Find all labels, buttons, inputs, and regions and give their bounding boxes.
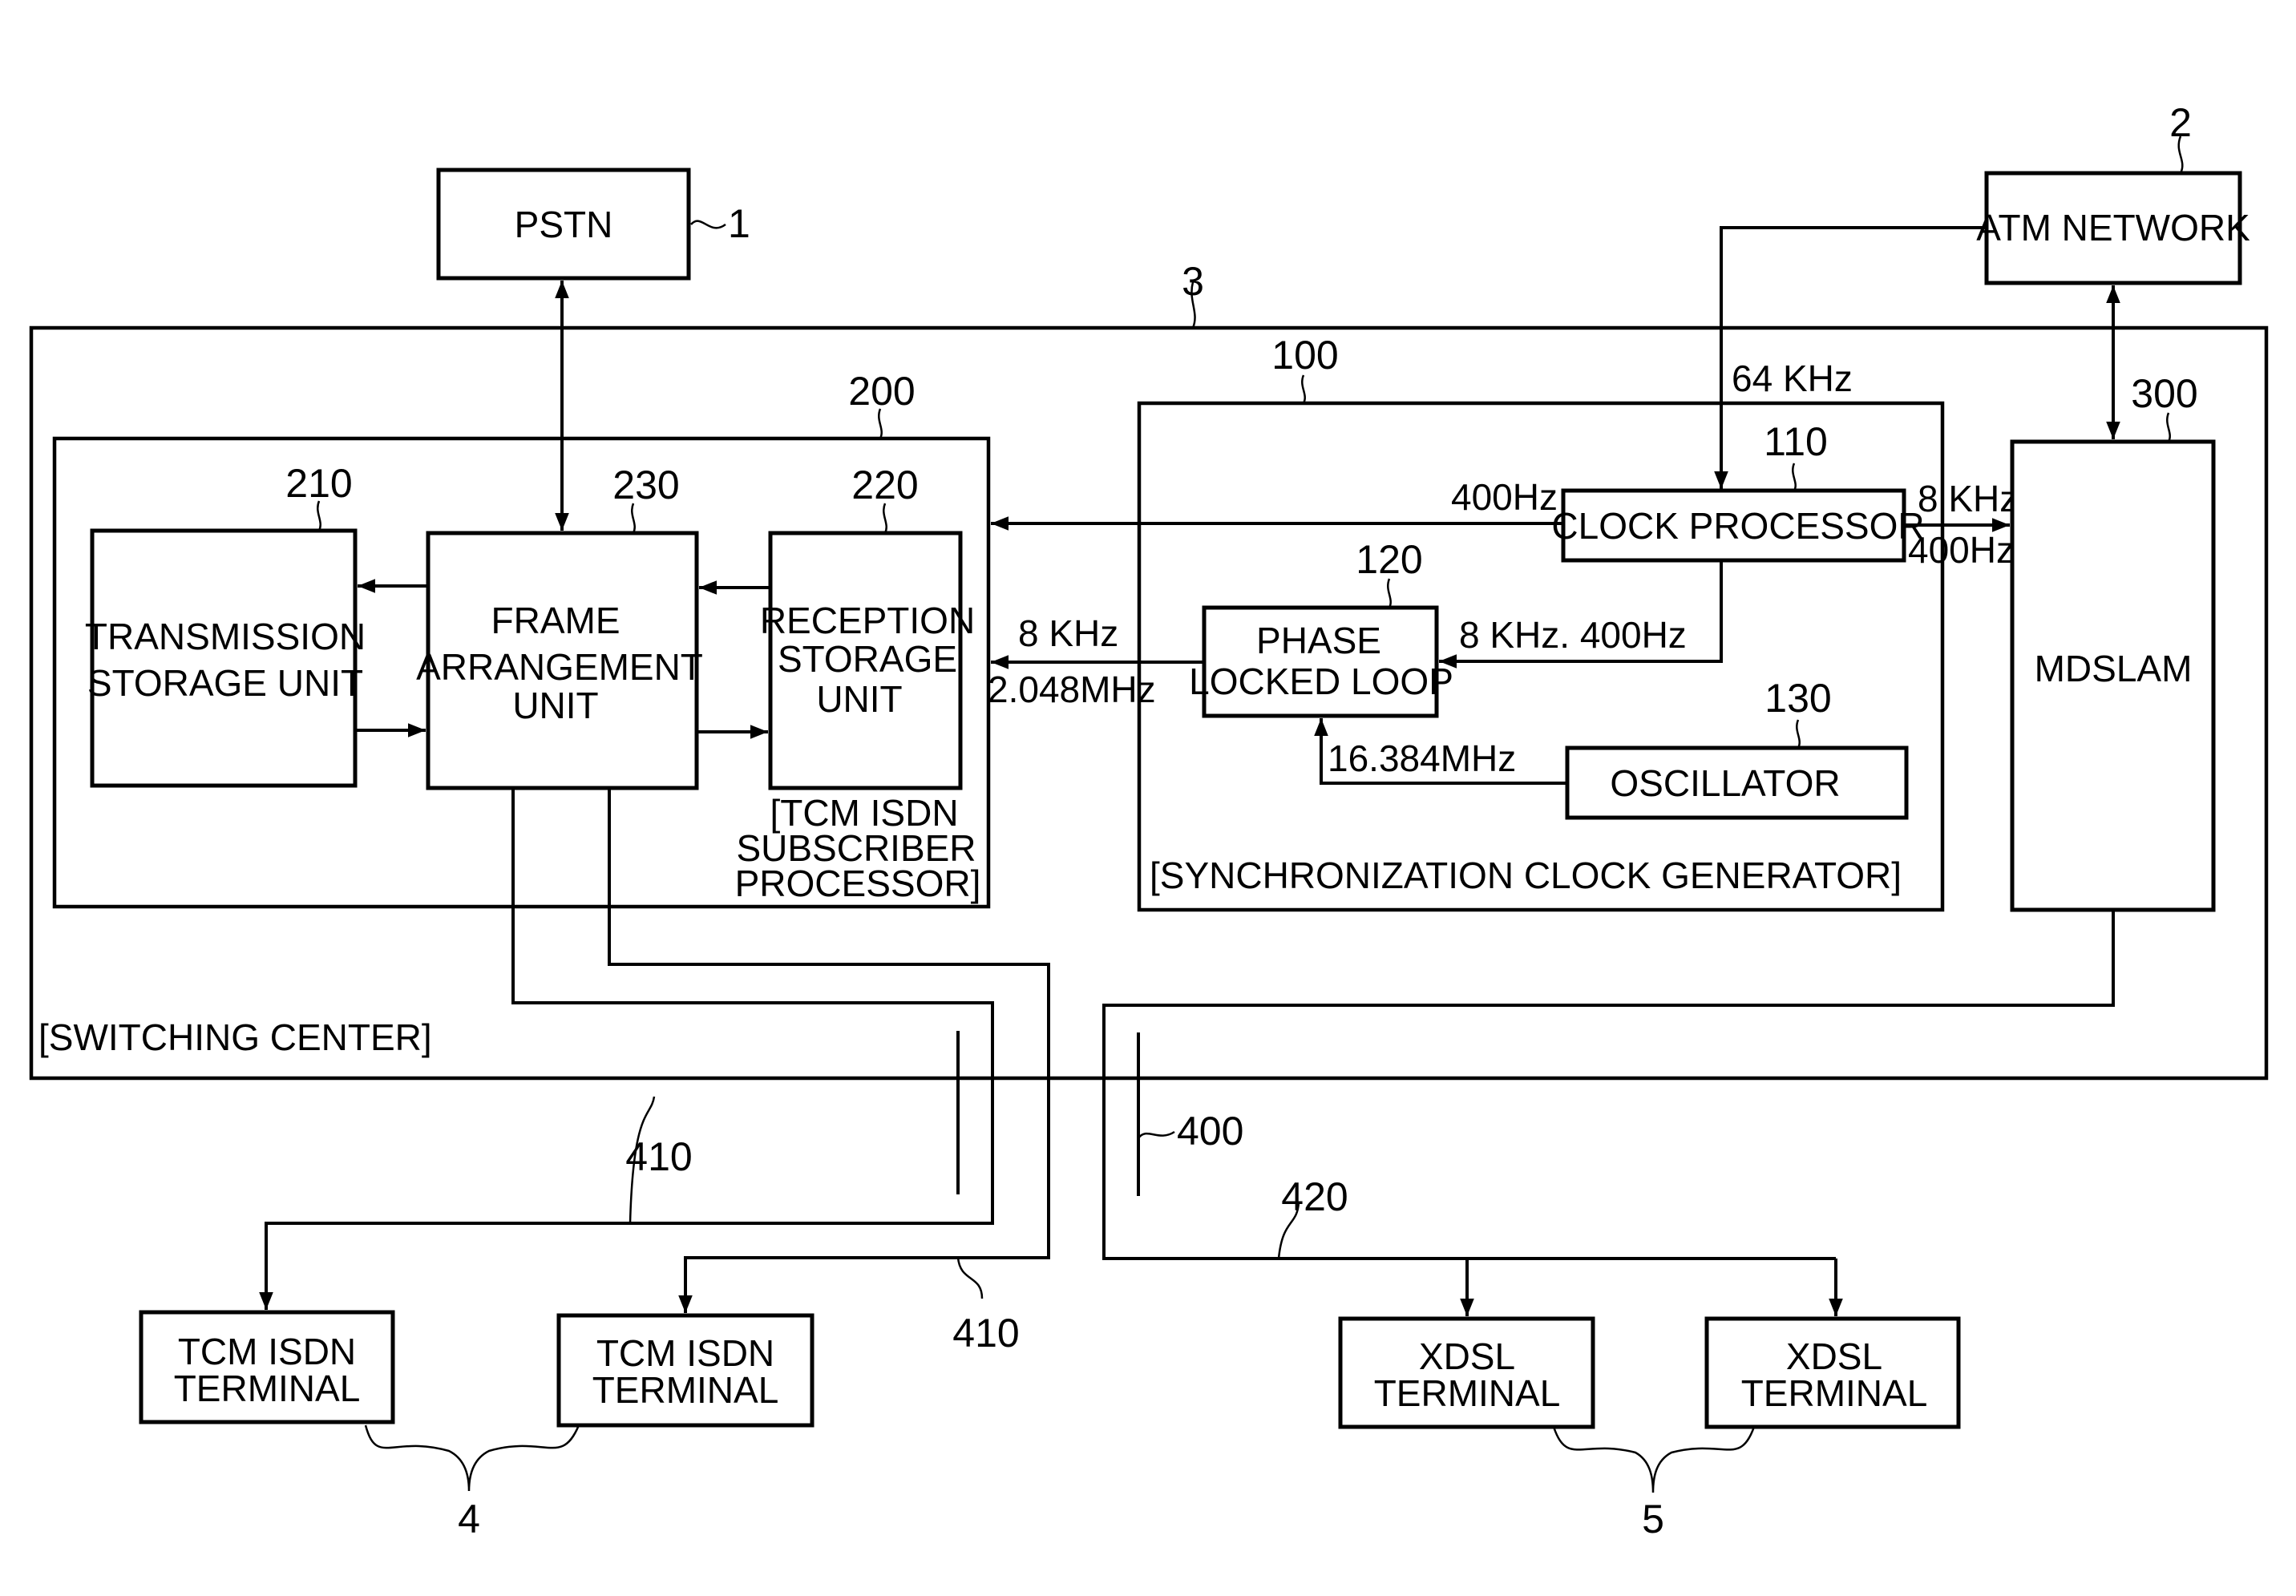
- tcm-terminal-2: TCM ISDN TERMINAL: [556, 1313, 815, 1428]
- tcm-terminal-1-line-1: TCM ISDN: [178, 1331, 356, 1372]
- block-diagram: 3 [SWITCHING CENTER] PSTN 1 ATM NETWORK …: [29, 100, 2269, 1541]
- leader-1: [690, 220, 726, 229]
- frame-line-1: FRAME: [491, 600, 620, 641]
- ref-120: 120: [1356, 537, 1422, 582]
- reception-line-2: STORAGE: [778, 638, 957, 680]
- ref-4: 4: [458, 1497, 480, 1541]
- frame-line-3: UNIT: [512, 685, 598, 726]
- xdsl-terminal-2: XDSL TERMINAL: [1704, 1316, 1961, 1429]
- pstn-label: PSTN: [515, 204, 613, 245]
- atm-block: ATM NETWORK 2: [1976, 100, 2250, 285]
- sync-clock-generator: 100 [SYNCHRONIZATION CLOCK GENERATOR] CL…: [1137, 333, 1945, 912]
- atm-label: ATM NETWORK: [1976, 207, 2250, 248]
- transmission-storage-box: [90, 528, 358, 788]
- xdsl-line: [1102, 910, 2115, 1260]
- leader-130: [1796, 719, 1801, 749]
- leader-410-b: [956, 1257, 984, 1299]
- xdsl-terminal-1-line-2: TERMINAL: [1374, 1372, 1561, 1414]
- pstn-block: PSTN 1: [436, 168, 750, 281]
- ref-420: 420: [1281, 1174, 1348, 1219]
- ref-110: 110: [1764, 419, 1828, 464]
- processor-caption-line-3: PROCESSOR]: [735, 863, 981, 904]
- signal-2048mhz: 2.048MHz: [988, 669, 1156, 710]
- mdslam-label: MDSLAM: [2035, 648, 2193, 689]
- tcm-terminal-1: TCM ISDN TERMINAL: [139, 1310, 395, 1424]
- xdsl-terminal-2-line-1: XDSL: [1786, 1335, 1882, 1377]
- tcm-terminal-2-line-1: TCM ISDN: [596, 1332, 774, 1374]
- ref-200: 200: [848, 369, 915, 414]
- signal-400hz: 400Hz: [1451, 476, 1558, 518]
- clock-processor-label: CLOCK PROCESSOR: [1551, 505, 1924, 547]
- xdsl-terminal-2-line-2: TERMINAL: [1741, 1372, 1928, 1414]
- signal-16mhz: 16.384MHz: [1328, 737, 1516, 779]
- transmission-line-1: TRANSMISSION: [85, 616, 366, 657]
- ref-400: 400: [1177, 1109, 1243, 1154]
- leader-120: [1387, 578, 1392, 608]
- clock-generator-caption: [SYNCHRONIZATION CLOCK GENERATOR]: [1150, 855, 1902, 896]
- tcm-terminal-1-line-2: TERMINAL: [174, 1368, 361, 1409]
- leader-100: [1301, 374, 1306, 404]
- ref-220: 220: [851, 463, 918, 507]
- leader-220: [883, 503, 887, 534]
- brace-4: [364, 1424, 580, 1492]
- leader-400: [1137, 1130, 1175, 1139]
- reception-line-1: RECEPTION: [760, 600, 975, 641]
- tcm-terminal-2-line-2: TERMINAL: [592, 1369, 779, 1411]
- mdslam-block: MDSLAM 300: [2010, 371, 2216, 912]
- signal-8khz-400hz: 8 KHz. 400Hz: [1459, 614, 1687, 656]
- frame-line-2: ARRANGEMENT: [416, 646, 703, 688]
- ref-5: 5: [1642, 1497, 1664, 1541]
- pll-line-1: PHASE: [1256, 620, 1381, 661]
- leader-110: [1792, 463, 1797, 491]
- xdsl-terminal-1: XDSL TERMINAL: [1338, 1316, 1595, 1429]
- ref-300: 300: [2131, 371, 2197, 416]
- ref-410-b: 410: [952, 1311, 1019, 1356]
- ref-410-a: 410: [625, 1134, 692, 1179]
- ref-230: 230: [612, 463, 679, 507]
- transmission-line-2: STORAGE UNIT: [87, 662, 363, 704]
- pll-line-2: LOCKED LOOP: [1189, 661, 1453, 702]
- ref-130: 130: [1764, 676, 1831, 721]
- reception-line-3: UNIT: [816, 678, 902, 720]
- signal-64khz: 64 KHz: [1732, 358, 1853, 399]
- subscriber-processor: 200 TRANSMISSION STORAGE UNIT 210 FRAME …: [52, 369, 991, 909]
- signal-mdslam-400hz: 400Hz: [1908, 529, 2015, 571]
- signal-pll-8khz: 8 KHz: [1018, 612, 1118, 654]
- ref-2: 2: [2169, 100, 2192, 145]
- brace-5: [1552, 1426, 1756, 1493]
- leader-230: [631, 503, 636, 534]
- xdsl-terminal-1-line-1: XDSL: [1419, 1335, 1515, 1377]
- ref-1: 1: [728, 201, 750, 246]
- oscillator-label: OSCILLATOR: [1610, 762, 1840, 804]
- switching-center-caption: [SWITCHING CENTER]: [38, 1016, 432, 1058]
- ref-3: 3: [1182, 259, 1204, 304]
- ref-100: 100: [1271, 333, 1338, 378]
- signal-mdslam-8khz: 8 KHz: [1918, 478, 2018, 519]
- ref-210: 210: [285, 461, 352, 506]
- leader-300: [2166, 412, 2171, 442]
